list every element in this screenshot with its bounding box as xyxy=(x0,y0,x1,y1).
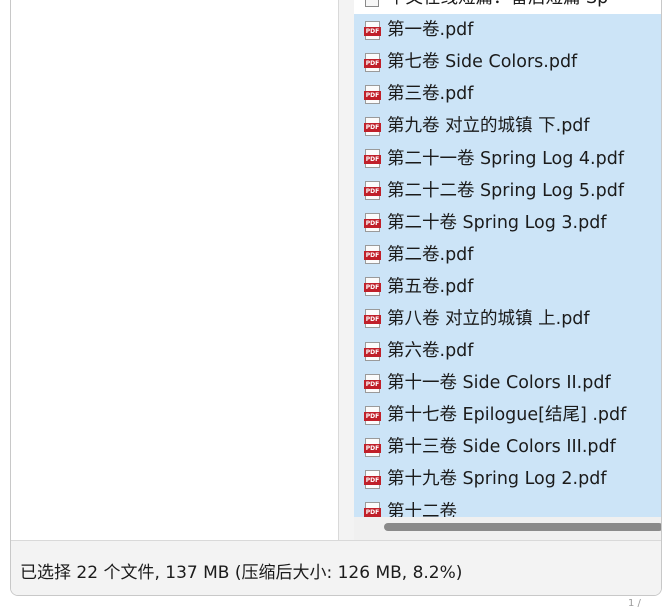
pdf-file-icon: PDF xyxy=(364,437,381,457)
pdf-file-icon: PDF xyxy=(364,213,381,233)
file-name: 第二十二卷 Spring Log 5.pdf xyxy=(387,180,624,201)
archive-window: 中文在线短篇：番后短篇 Sp PDF 第一卷.pdf PDF 第七卷 Side … xyxy=(10,0,662,596)
list-item[interactable]: PDF 第二卷.pdf xyxy=(354,238,661,271)
file-name: 第二十卷 Spring Log 3.pdf xyxy=(387,212,607,233)
pdf-file-icon: PDF xyxy=(364,245,381,265)
file-name: 第五卷.pdf xyxy=(387,276,474,297)
page-indicator-fragment: 1 / xyxy=(628,598,641,609)
list-item[interactable]: PDF 第十九卷 Spring Log 2.pdf xyxy=(354,463,661,496)
pdf-file-icon: PDF xyxy=(364,309,381,329)
pdf-file-icon: PDF xyxy=(364,149,381,169)
scrollbar-thumb[interactable] xyxy=(384,523,661,531)
file-name: 第十九卷 Spring Log 2.pdf xyxy=(387,469,607,490)
pdf-file-icon: PDF xyxy=(364,341,381,361)
pdf-file-icon: PDF xyxy=(364,373,381,393)
file-list-pane[interactable]: 中文在线短篇：番后短篇 Sp PDF 第一卷.pdf PDF 第七卷 Side … xyxy=(354,0,661,540)
pdf-file-icon: PDF xyxy=(364,116,381,136)
list-item[interactable]: PDF 第二十卷 Spring Log 3.pdf xyxy=(354,206,661,239)
list-item[interactable]: PDF 第十三卷 Side Colors III.pdf xyxy=(354,431,661,464)
pdf-file-icon: PDF xyxy=(364,277,381,297)
list-item[interactable]: PDF 第十一卷 Side Colors II.pdf xyxy=(354,367,661,400)
pdf-file-icon: PDF xyxy=(364,405,381,425)
file-name: 第二卷.pdf xyxy=(387,244,474,265)
horizontal-scrollbar[interactable] xyxy=(354,517,661,540)
list-item[interactable]: PDF 第八卷 对立的城镇 上.pdf xyxy=(354,302,661,336)
list-item[interactable]: PDF 第二十一卷 Spring Log 4.pdf xyxy=(354,142,661,175)
file-name: 第二十一卷 Spring Log 4.pdf xyxy=(387,148,624,169)
list-item[interactable]: PDF 第六卷.pdf xyxy=(354,335,661,368)
file-name: 第一卷.pdf xyxy=(387,20,474,41)
list-item[interactable]: PDF 第三卷.pdf xyxy=(354,78,661,111)
file-list: 中文在线短篇：番后短篇 Sp PDF 第一卷.pdf PDF 第七卷 Side … xyxy=(354,0,661,528)
file-name: 第十七卷 Epilogue[结尾] .pdf xyxy=(387,405,627,426)
file-name: 第七卷 Side Colors.pdf xyxy=(387,52,578,73)
selection-status-text: 已选择 22 个文件, 137 MB (压缩后大小: 126 MB, 8.2%) xyxy=(20,563,463,583)
file-name: 中文在线短篇：番后短篇 Sp xyxy=(388,0,608,8)
pdf-file-icon: PDF xyxy=(364,469,381,489)
file-name: 第十三卷 Side Colors III.pdf xyxy=(387,437,616,458)
list-item[interactable]: PDF 第十七卷 Epilogue[结尾] .pdf xyxy=(354,399,661,432)
list-item[interactable]: PDF 第二十二卷 Spring Log 5.pdf xyxy=(354,174,661,207)
file-name: 第十一卷 Side Colors II.pdf xyxy=(387,373,611,394)
pdf-file-icon: PDF xyxy=(364,52,381,72)
file-name: 第九卷 对立的城镇 下.pdf xyxy=(387,116,590,137)
document-icon xyxy=(365,0,379,7)
list-item[interactable]: PDF 第一卷.pdf xyxy=(354,14,661,47)
list-item[interactable]: PDF 第九卷 对立的城镇 下.pdf xyxy=(354,110,661,143)
pdf-file-icon: PDF xyxy=(364,181,381,201)
list-item[interactable]: PDF 第七卷 Side Colors.pdf xyxy=(354,46,661,79)
pdf-file-icon: PDF xyxy=(364,20,381,40)
status-bar: 已选择 22 个文件, 137 MB (压缩后大小: 126 MB, 8.2%) xyxy=(11,540,661,595)
pdf-file-icon: PDF xyxy=(364,84,381,104)
file-name: 第六卷.pdf xyxy=(387,341,474,362)
file-name: 第三卷.pdf xyxy=(387,84,474,105)
list-item[interactable]: PDF 第五卷.pdf xyxy=(354,270,661,303)
list-item[interactable]: 中文在线短篇：番后短篇 Sp xyxy=(354,0,661,15)
pane-splitter[interactable] xyxy=(338,0,355,540)
folder-tree-pane[interactable] xyxy=(11,0,338,540)
file-name: 第八卷 对立的城镇 上.pdf xyxy=(387,308,590,329)
